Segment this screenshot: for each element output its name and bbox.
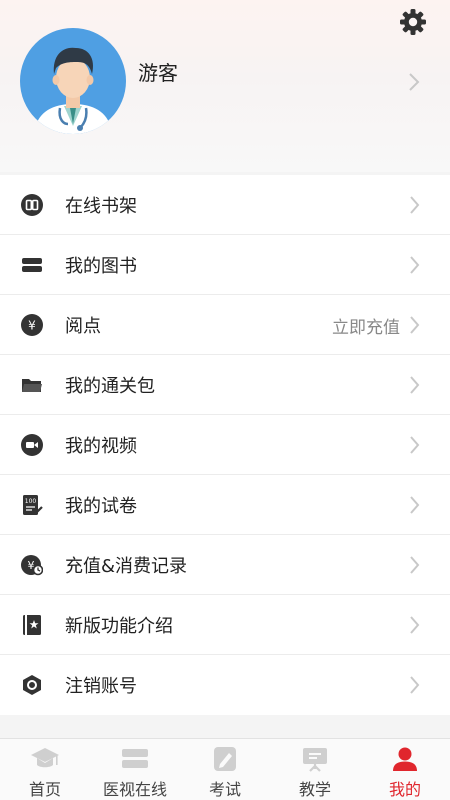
doctor-avatar-icon <box>34 47 112 134</box>
recharge-now-link[interactable]: 立即充值 <box>332 313 400 338</box>
pencil-note-icon <box>214 747 236 771</box>
tab-label: 教学 <box>298 780 331 799</box>
recharge-record-icon: ¥ <box>21 555 43 576</box>
hexagon-cancel-icon <box>23 675 41 695</box>
tab-label: 考试 <box>208 780 241 799</box>
menu-item-label: 新版功能介绍 <box>65 616 173 637</box>
tab-teaching[interactable]: 教学 <box>270 739 360 800</box>
tab-medical-video-online[interactable]: 医视在线 <box>90 739 180 800</box>
graduation-cap-icon <box>31 748 59 768</box>
tab-mine[interactable]: 我的 <box>360 739 450 800</box>
menu-item-label: 我的通关包 <box>65 376 155 397</box>
yen-coin-icon: ¥ <box>21 314 43 336</box>
books-stack-icon <box>22 258 42 272</box>
menu-item-label: 我的图书 <box>65 256 137 277</box>
bottom-tab-bar: 首页 医视在线 考试 教学 我的 <box>0 738 450 800</box>
user-icon <box>393 747 417 771</box>
chevron-right-icon <box>410 196 420 214</box>
username[interactable]: 游客 <box>138 57 178 86</box>
menu-item-label: 充值&消费记录 <box>65 556 188 577</box>
menu-item-my-books[interactable]: 我的图书 <box>0 235 450 295</box>
menu-item-label: 在线书架 <box>65 196 137 217</box>
menu-item-recharge-records[interactable]: ¥ 充值&消费记录 <box>0 535 450 595</box>
chevron-right-icon <box>410 256 420 274</box>
menu-item-label: 我的视频 <box>65 436 137 457</box>
menu-list: 在线书架 我的图书 ¥ 阅点 立即充值 我的通关包 我的视频 100 我的试卷 … <box>0 175 450 715</box>
avatar[interactable] <box>20 28 126 134</box>
folder-icon <box>22 379 42 392</box>
chevron-right-icon <box>410 376 420 394</box>
profile-header: 游客 <box>0 0 450 172</box>
video-camera-icon <box>21 434 43 456</box>
menu-item-label: 我的试卷 <box>65 496 137 517</box>
tab-home[interactable]: 首页 <box>0 739 90 800</box>
teaching-board-icon <box>303 748 327 772</box>
tab-label: 我的 <box>388 780 421 799</box>
tab-label: 首页 <box>28 780 61 799</box>
chevron-right-icon <box>410 496 420 514</box>
menu-item-my-test-papers[interactable]: 100 我的试卷 <box>0 475 450 535</box>
menu-item-label: 注销账号 <box>65 676 137 697</box>
settings-gear-icon[interactable] <box>398 7 428 37</box>
books-icon <box>122 749 148 768</box>
chevron-right-icon[interactable] <box>408 72 420 92</box>
menu-item-new-features[interactable]: 新版功能介绍 <box>0 595 450 655</box>
chevron-right-icon <box>410 436 420 454</box>
menu-item-online-bookshelf[interactable]: 在线书架 <box>0 175 450 235</box>
menu-item-cancel-account[interactable]: 注销账号 <box>0 655 450 715</box>
chevron-right-icon <box>410 316 420 334</box>
new-feature-icon <box>23 615 41 635</box>
chevron-right-icon <box>410 616 420 634</box>
svg-text:¥: ¥ <box>28 319 36 333</box>
tab-exam[interactable]: 考试 <box>180 739 270 800</box>
svg-text:100: 100 <box>25 498 37 505</box>
chevron-right-icon <box>410 676 420 694</box>
menu-item-label: 阅点 <box>65 316 101 337</box>
book-open-icon <box>21 194 43 216</box>
menu-item-reading-points[interactable]: ¥ 阅点 立即充值 <box>0 295 450 355</box>
menu-item-my-videos[interactable]: 我的视频 <box>0 415 450 475</box>
chevron-right-icon <box>410 556 420 574</box>
test-paper-icon: 100 <box>23 495 43 515</box>
tab-label: 医视在线 <box>102 780 167 799</box>
menu-item-pass-package[interactable]: 我的通关包 <box>0 355 450 415</box>
